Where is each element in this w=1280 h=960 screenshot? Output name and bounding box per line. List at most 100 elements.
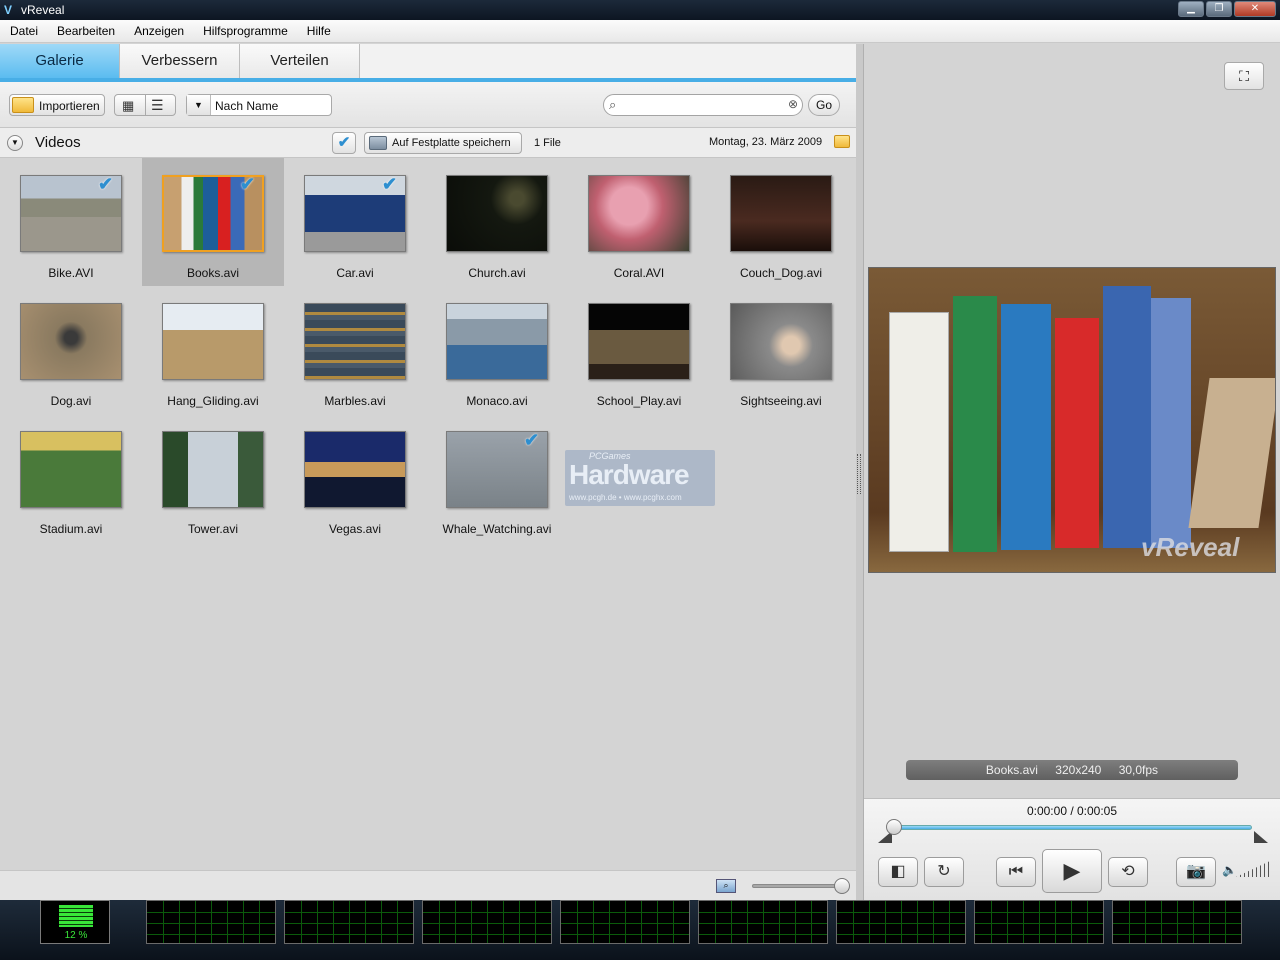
checkmark-icon: ✔ — [382, 174, 398, 194]
video-name: Sightseeing.avi — [740, 394, 822, 408]
video-name: Monaco.avi — [466, 394, 528, 408]
list-view-icon[interactable]: ☰ — [151, 97, 164, 114]
graph-gridline — [731, 901, 732, 943]
graph-gridline — [933, 901, 934, 943]
video-name: Church.avi — [468, 266, 526, 280]
minimize-button[interactable]: ▁ — [1178, 1, 1204, 17]
tab-verbessern[interactable]: Verbessern — [120, 44, 240, 78]
video-thumbnail — [730, 303, 832, 380]
play-button[interactable]: ▶ — [1042, 849, 1102, 893]
import-label: Importieren — [39, 99, 100, 113]
graph-gridline — [349, 901, 350, 943]
gallery-toolbar: Importieren ▦ ☰ ▼ Nach Name ⌕ ⊗ Go — [0, 82, 856, 128]
graph-gridline — [795, 901, 796, 943]
graph-gridline — [1055, 901, 1056, 943]
graph-gridline — [1193, 901, 1194, 943]
video-item[interactable]: Stadium.avi — [0, 414, 142, 542]
zoom-icon: ⌕ — [716, 879, 736, 893]
tab-verteilen[interactable]: Verteilen — [240, 44, 360, 78]
gallery-pane: Galerie Verbessern Verteilen Importieren… — [0, 44, 856, 900]
loop-button[interactable]: ⟲ — [1108, 857, 1148, 887]
cpu-core-graph — [698, 900, 828, 944]
clear-search-icon[interactable]: ⊗ — [788, 97, 798, 111]
collapse-toggle-icon[interactable]: ▼ — [7, 135, 23, 151]
zoom-slider-handle[interactable] — [834, 878, 850, 894]
view-toggle: ▦ ☰ — [114, 94, 176, 116]
video-name: Couch_Dog.avi — [739, 266, 823, 280]
close-button[interactable]: ✕ — [1234, 1, 1276, 17]
graph-gridline — [869, 901, 870, 943]
open-folder-icon[interactable] — [834, 135, 850, 148]
taskbar: 12 % — [0, 900, 1280, 960]
fullscreen-button[interactable]: ⛶ — [1224, 62, 1264, 90]
graph-gridline — [1129, 901, 1130, 943]
go-button[interactable]: Go — [808, 94, 840, 116]
vreveal-logo: vReveal — [1141, 532, 1240, 562]
cpu-core-graph — [422, 900, 552, 944]
graph-gridline — [715, 901, 716, 943]
graph-gridline — [519, 901, 520, 943]
timeline-track[interactable] — [892, 825, 1252, 830]
save-to-disk-button[interactable]: Auf Festplatte speichern — [364, 132, 522, 154]
graph-gridline — [991, 901, 992, 943]
video-item[interactable]: Hang_Gliding.avi — [142, 286, 284, 414]
sort-select[interactable]: ▼ Nach Name — [186, 94, 332, 116]
video-item[interactable]: Tower.avi — [142, 414, 284, 542]
grid-view-icon[interactable]: ▦ — [122, 98, 134, 114]
video-item[interactable]: Coral.AVI — [568, 158, 710, 286]
graph-gridline — [885, 901, 886, 943]
timeline-handle[interactable] — [886, 819, 902, 835]
menu-bearbeiten[interactable]: Bearbeiten — [47, 20, 124, 42]
save-label: Auf Festplatte speichern — [392, 137, 511, 149]
cpu-core-graph — [836, 900, 966, 944]
graph-gridline — [1023, 901, 1024, 943]
menu-hilfe[interactable]: Hilfe — [297, 20, 340, 42]
video-item[interactable]: Couch_Dog.avi — [710, 158, 852, 286]
book-lightblue — [1151, 298, 1191, 548]
video-item[interactable]: ✔ Car.avi — [284, 158, 426, 286]
search-input[interactable]: ⌕ ⊗ — [603, 94, 803, 116]
video-name: Coral.AVI — [613, 266, 665, 280]
graph-gridline — [259, 901, 260, 943]
select-all-check-icon[interactable]: ✔ — [332, 132, 356, 154]
video-name: Marbles.avi — [324, 394, 386, 408]
previous-button[interactable]: ⏮ — [996, 857, 1036, 887]
graph-gridline — [333, 901, 334, 943]
graph-gridline — [917, 901, 918, 943]
video-item[interactable]: ✔ Bike.AVI — [0, 158, 142, 286]
import-button[interactable]: Importieren — [9, 94, 105, 116]
video-item[interactable]: Dog.avi — [0, 286, 142, 414]
video-item[interactable]: Vegas.avi — [284, 414, 426, 542]
volume-slider[interactable] — [1236, 861, 1270, 877]
pane-splitter[interactable] — [856, 44, 864, 900]
video-item[interactable]: Monaco.avi — [426, 286, 568, 414]
video-item[interactable]: ✔ Whale_Watching.avi — [426, 414, 568, 542]
snapshot-button[interactable]: 📷 — [1176, 857, 1216, 887]
video-item[interactable]: Marbles.avi — [284, 286, 426, 414]
menu-datei[interactable]: Datei — [0, 20, 47, 42]
video-item[interactable]: School_Play.avi — [568, 286, 710, 414]
menu-anzeigen[interactable]: Anzeigen — [124, 20, 193, 42]
tab-galerie[interactable]: Galerie — [0, 44, 120, 78]
maximize-button[interactable]: ❐ — [1206, 1, 1232, 17]
window-title: vReveal — [21, 3, 65, 17]
graph-gridline — [397, 901, 398, 943]
graph-gridline — [163, 901, 164, 943]
rotate-button[interactable]: ↻ — [924, 857, 964, 887]
video-thumbnail — [162, 303, 264, 380]
graph-gridline — [853, 901, 854, 943]
graph-gridline — [673, 901, 674, 943]
video-item[interactable]: Church.avi — [426, 158, 568, 286]
compare-view-button[interactable]: ◧ — [878, 857, 918, 887]
graph-gridline — [211, 901, 212, 943]
chevron-down-icon[interactable]: ▼ — [187, 95, 211, 115]
menu-hilfsprogramme[interactable]: Hilfsprogramme — [193, 20, 297, 42]
book-red — [1055, 318, 1099, 548]
video-item-selected[interactable]: ✔ Books.avi — [142, 158, 284, 286]
graph-gridline — [1161, 901, 1162, 943]
date-label: Montag, 23. März 2009 — [709, 136, 823, 148]
graph-gridline — [439, 901, 440, 943]
search-field[interactable] — [626, 97, 776, 113]
graph-gridline — [503, 901, 504, 943]
video-item[interactable]: Sightseeing.avi — [710, 286, 852, 414]
